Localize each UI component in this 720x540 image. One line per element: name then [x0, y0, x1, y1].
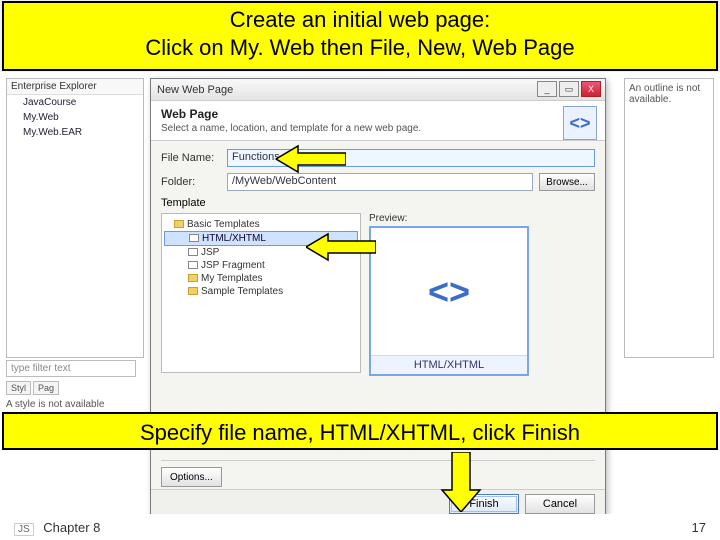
callout-arrow-filename	[276, 144, 346, 174]
explorer-title: Enterprise Explorer	[7, 79, 143, 95]
tree-folder-basic[interactable]: Basic Templates	[164, 218, 358, 231]
preview-box: <> HTML/XHTML	[369, 226, 529, 376]
options-button[interactable]: Options...	[161, 467, 222, 487]
tab-page[interactable]: Pag	[33, 381, 59, 395]
webpage-icon: <>	[563, 106, 597, 140]
file-name-label: File Name:	[161, 152, 221, 164]
new-web-page-dialog: New Web Page _ ▭ X Web Page Select a nam…	[150, 78, 606, 518]
banner-mid-text: Specify file name, HTML/XHTML, click Fin…	[140, 420, 580, 445]
explorer-item[interactable]: My.Web	[7, 110, 143, 125]
explorer-item[interactable]: My.Web.EAR	[7, 125, 143, 140]
cancel-button[interactable]: Cancel	[525, 494, 595, 514]
minimize-button[interactable]: _	[537, 81, 557, 97]
no-style-text: A style is not available	[6, 399, 144, 410]
filter-input[interactable]: type filter text	[6, 360, 136, 377]
js-tag: JS	[14, 523, 34, 536]
template-label: Template	[161, 197, 595, 209]
dialog-heading: Web Page	[161, 107, 555, 121]
instruction-banner-top: Create an initial web page: Click on My.…	[2, 1, 718, 71]
outline-panel: An outline is not available.	[624, 78, 714, 358]
instruction-banner-middle: Specify file name, HTML/XHTML, click Fin…	[2, 412, 718, 450]
browse-button[interactable]: Browse...	[539, 173, 595, 191]
enterprise-explorer-panel: Enterprise Explorer JavaCourse My.Web My…	[6, 78, 144, 358]
dialog-subheading: Select a name, location, and template fo…	[161, 123, 555, 134]
folder-input[interactable]: /MyWeb/WebContent	[227, 173, 533, 191]
dialog-title: New Web Page	[157, 84, 233, 96]
slide-footer: JS Chapter 8 17	[0, 514, 720, 540]
callout-arrow-template	[306, 232, 376, 262]
close-button[interactable]: X	[581, 81, 601, 97]
preview-code-icon: <>	[428, 228, 470, 355]
chapter-label: Chapter 8	[43, 520, 100, 535]
dialog-body: File Name: Functions Folder: /MyWeb/WebC…	[151, 141, 605, 384]
explorer-item[interactable]: JavaCourse	[7, 95, 143, 110]
dialog-lower-row: Options...	[161, 460, 595, 487]
tab-styles[interactable]: Styl	[6, 381, 31, 395]
banner-line2: Click on My. Web then File, New, Web Pag…	[10, 35, 710, 61]
lower-left-panel: type filter text Styl Pag A style is not…	[6, 360, 144, 410]
tree-item-sample-templates[interactable]: Sample Templates	[164, 285, 358, 298]
maximize-button[interactable]: ▭	[559, 81, 579, 97]
dialog-header: Web Page Select a name, location, and te…	[151, 101, 605, 141]
outline-text: An outline is not available.	[629, 83, 700, 105]
callout-arrow-finish	[439, 452, 483, 512]
preview-column: Preview: <> HTML/XHTML	[369, 213, 595, 376]
dialog-titlebar[interactable]: New Web Page _ ▭ X	[151, 79, 605, 101]
tree-item-my-templates[interactable]: My Templates	[164, 272, 358, 285]
dialog-footer: Finish Cancel	[151, 489, 605, 517]
banner-line1: Create an initial web page:	[10, 7, 710, 33]
page-number: 17	[692, 520, 706, 535]
preview-caption: HTML/XHTML	[371, 355, 527, 374]
preview-label: Preview:	[369, 213, 595, 224]
folder-label: Folder:	[161, 176, 221, 188]
